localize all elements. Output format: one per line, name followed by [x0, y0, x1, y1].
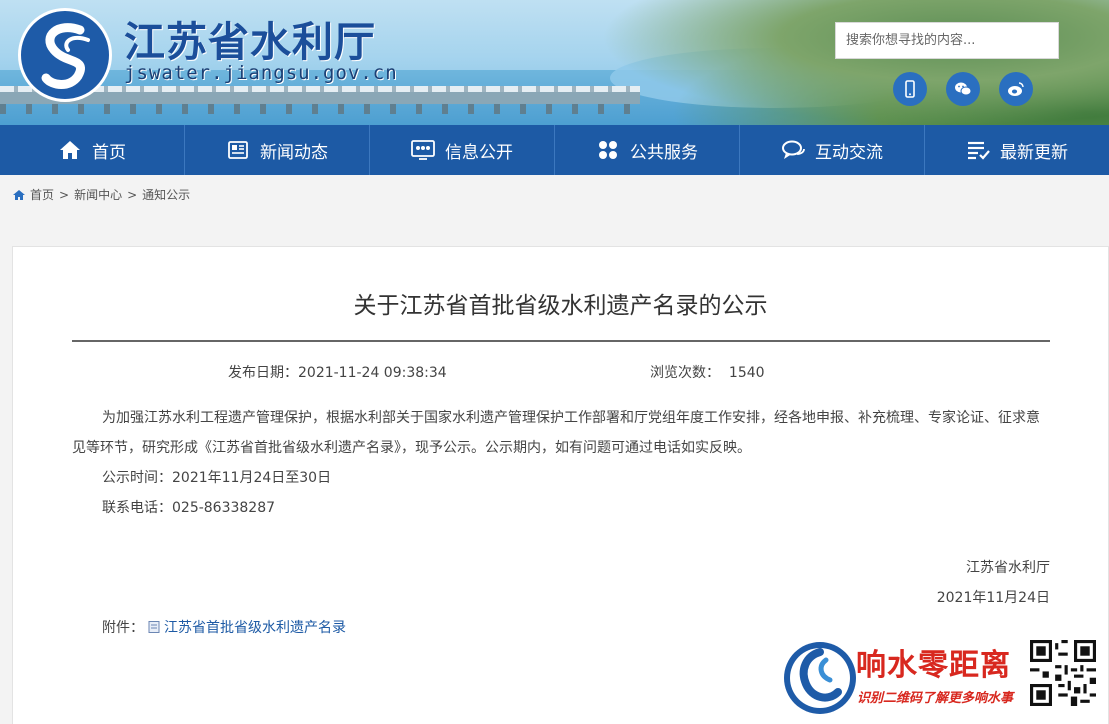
nav-label: 首页 — [92, 142, 126, 163]
view-count: 浏览次数： 1540 — [650, 362, 765, 382]
nav-label: 新闻动态 — [260, 142, 328, 163]
contact-phone: 联系电话：025-86338287 — [102, 500, 276, 516]
weibo-icon — [1008, 82, 1024, 96]
mobile-button[interactable] — [893, 72, 927, 106]
watermark-subtitle: 识别二维码了解更多响水事 — [857, 691, 1014, 706]
signature-date: 2021年11月24日 — [936, 590, 1050, 606]
search-box[interactable] — [835, 22, 1059, 59]
site-url: jswater.jiangsu.gov.cn — [124, 62, 398, 84]
breadcrumb-notice[interactable]: 通知公示 — [142, 186, 190, 203]
article-paragraph: 为加强江苏水利工程遗产管理保护，根据水利部关于国家水利遗产管理保护工作部署和厅党… — [72, 410, 1040, 456]
nav-label: 公共服务 — [630, 142, 698, 163]
breadcrumb-home[interactable]: 首页 — [30, 186, 54, 203]
publish-date-label: 发布日期： — [228, 365, 298, 381]
home-icon — [13, 189, 25, 200]
publish-date-value: 2021-11-24 09:38:34 — [298, 365, 447, 381]
wechat-button[interactable] — [946, 72, 980, 106]
banner-island — [600, 0, 1109, 125]
info-board-icon — [411, 140, 435, 160]
attachment-link[interactable]: 江苏省首批省级水利遗产名录 — [164, 617, 346, 637]
nav-label: 信息公开 — [445, 142, 513, 163]
weibo-button[interactable] — [999, 72, 1033, 106]
chat-icon — [782, 140, 805, 159]
nav-item-home[interactable]: 首页 — [0, 125, 185, 175]
home-icon — [60, 141, 80, 159]
nav-item-latest[interactable]: 最新更新 — [925, 125, 1109, 175]
nav-label: 最新更新 — [1000, 142, 1068, 163]
attachment: 附件： 江苏省首批省级水利遗产名录 — [102, 617, 346, 637]
nav-item-news[interactable]: 新闻动态 — [185, 125, 370, 175]
watermark-title: 响水零距离 — [856, 648, 1011, 683]
breadcrumb-news[interactable]: 新闻中心 — [74, 186, 122, 203]
view-count-value: 1540 — [728, 365, 765, 381]
document-icon — [148, 621, 160, 633]
attachment-label: 附件： — [102, 620, 144, 636]
nav-item-info[interactable]: 信息公开 — [370, 125, 555, 175]
signature-org: 江苏省水利厅 — [966, 560, 1050, 576]
title-divider — [72, 340, 1050, 342]
list-check-icon — [968, 141, 990, 160]
nav-item-interact[interactable]: 互动交流 — [740, 125, 925, 175]
breadcrumb: 首页 > 新闻中心 > 通知公示 — [12, 186, 190, 203]
mobile-phone-icon — [905, 80, 915, 98]
news-icon — [228, 141, 248, 159]
logo-s-icon — [41, 23, 90, 89]
grid-icon — [599, 141, 617, 159]
search-input[interactable] — [836, 23, 1058, 58]
wechat-icon — [955, 82, 972, 96]
main-nav: 首页 新闻动态 信息公开 公共服务 互动交流 最新更新 — [0, 125, 1109, 175]
nav-item-service[interactable]: 公共服务 — [555, 125, 740, 175]
publish-date: 发布日期：2021-11-24 09:38:34 — [228, 362, 447, 382]
nav-label: 互动交流 — [815, 142, 883, 163]
view-count-label: 浏览次数： — [650, 365, 720, 381]
banner-bridge-pillars — [0, 104, 640, 114]
notice-period: 公示时间：2021年11月24日至30日 — [102, 470, 332, 486]
qr-code-icon[interactable] — [1030, 640, 1096, 706]
article-title: 关于江苏省首批省级水利遗产名录的公示 — [353, 293, 768, 319]
site-title: 江苏省水利厅 — [124, 18, 376, 66]
